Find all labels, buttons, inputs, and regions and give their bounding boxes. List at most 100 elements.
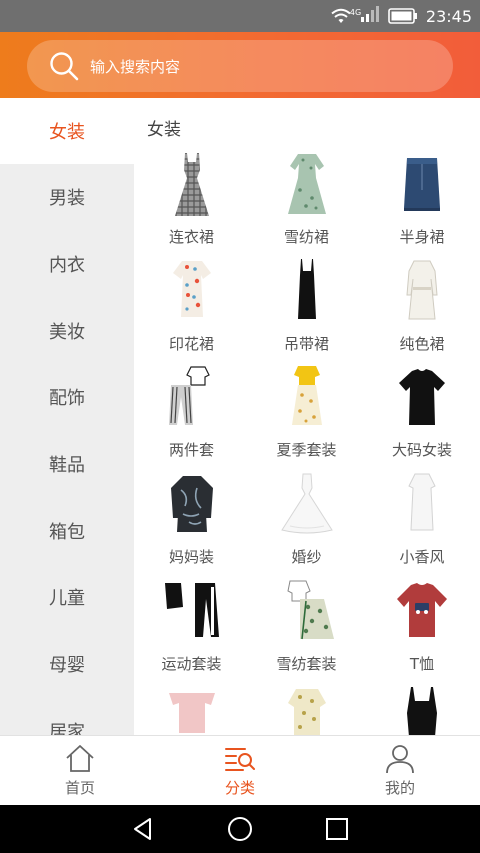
plaid-dress-icon [174, 153, 209, 216]
cell-signal-icon [360, 6, 379, 22]
subcategory-label: 雪纺裙 [283, 228, 329, 246]
nav-profile[interactable]: 我的 [320, 736, 480, 805]
system-nav-bar [0, 805, 480, 853]
pink-offshoulder-top-icon [168, 693, 215, 734]
sidebar-item-beauty[interactable]: 美妆 [0, 297, 134, 364]
header-bar: 输入搜索内容 [0, 32, 480, 98]
subcategory-label: 小香风 [399, 548, 445, 567]
sidebar-item-label: 配饰 [49, 388, 85, 410]
subcategory-label: 雪纺套装 [276, 654, 337, 673]
sidebar-item-mens[interactable]: 男装 [0, 164, 134, 231]
subcategory-item[interactable]: 吊带裙 [249, 257, 364, 364]
subcategory-item[interactable]: 婚纱 [249, 470, 364, 577]
subcategory-item[interactable]: 半身裙 [364, 150, 480, 257]
search-bar[interactable]: 输入搜索内容 [27, 40, 453, 92]
white-dress-icon [406, 260, 438, 320]
subcategory-item[interactable]: 纯色裙 [364, 257, 480, 364]
subcategory-item[interactable]: 两件套 [134, 363, 249, 470]
subcategory-item[interactable]: 妈妈装 [134, 470, 249, 577]
sidebar-item-accessories[interactable]: 配饰 [0, 364, 134, 431]
nav-home-label: 首页 [64, 779, 95, 797]
nav-category[interactable]: 分类 [160, 736, 320, 805]
back-icon[interactable] [128, 814, 158, 844]
subcategory-item[interactable]: 小香风 [364, 470, 480, 577]
sidebar-item-bags[interactable]: 箱包 [0, 497, 134, 564]
sidebar-item-womens[interactable]: 女装 [0, 98, 134, 164]
sidebar-item-label: 美妆 [49, 321, 85, 343]
denim-skirt-icon [404, 158, 440, 211]
subcategory-label: 吊带裙 [283, 334, 329, 353]
subcategory-label: 纯色裙 [399, 334, 445, 353]
subcategory-item[interactable]: 连衣裙 [134, 150, 249, 257]
nav-home[interactable]: 首页 [0, 736, 160, 805]
black-camisole-icon [407, 687, 437, 735]
sidebar-item-label: 儿童 [49, 588, 85, 610]
subcategory-item[interactable] [134, 683, 249, 735]
subcategory-item[interactable]: 运动套装 [134, 577, 249, 684]
sidebar-item-label: 居家 [49, 721, 85, 735]
subcategory-item[interactable]: 印花裙 [134, 257, 249, 364]
chiffon-set-icon [286, 580, 334, 639]
profile-icon [386, 745, 414, 774]
subcategory-label: 夏季套装 [276, 441, 337, 460]
subcategory-item[interactable]: 大码女装 [364, 363, 480, 470]
category-sidebar[interactable]: 女装 男装 内衣 美妆 配饰 鞋品 箱包 儿童 母婴 居家 [0, 98, 134, 735]
subcategory-label: 妈妈装 [168, 548, 214, 567]
subcategory-item[interactable]: 夏季套装 [249, 363, 364, 470]
sidebar-item-maternity[interactable]: 母婴 [0, 631, 134, 698]
black-tee-icon [399, 369, 445, 426]
status-bar: 4G 23:45 [0, 0, 480, 32]
sidebar-item-home[interactable]: 居家 [0, 698, 134, 735]
subcategory-item[interactable] [364, 683, 480, 735]
sidebar-item-kids[interactable]: 儿童 [0, 564, 134, 631]
sidebar-item-underwear[interactable]: 内衣 [0, 231, 134, 298]
recents-icon[interactable] [322, 814, 352, 844]
sport-set-icon [164, 582, 219, 637]
nav-profile-label: 我的 [384, 779, 415, 797]
app-root: 4G 23:45 输入搜索内容 女装 男装 内衣 美妆 配饰 鞋品 箱包 儿童 … [0, 0, 480, 853]
nav-category-label: 分类 [224, 779, 255, 797]
sidebar-item-shoes[interactable]: 鞋品 [0, 431, 134, 498]
subcategory-item[interactable] [249, 683, 364, 735]
sidebar-item-label: 男装 [49, 188, 85, 210]
category-content: 女装 连衣裙 雪纺裙 半身裙 印花裙 吊带裙 纯色裙 两件套 夏季套装 大码女装… [134, 98, 480, 735]
subcategory-label: 大码女装 [391, 441, 452, 460]
mom-blouse-icon [170, 476, 213, 533]
battery-icon [388, 8, 417, 24]
chiffon-dress-icon [287, 154, 326, 214]
search-icon [50, 52, 79, 81]
category-icon [225, 748, 255, 771]
sidebar-item-label: 女装 [49, 122, 85, 143]
subcategory-label: 半身裙 [399, 228, 445, 246]
wifi-icon [331, 8, 351, 23]
subcategory-label: 两件套 [168, 441, 214, 460]
sidebar-item-label: 箱包 [49, 521, 85, 543]
two-piece-set-icon [168, 366, 210, 426]
subcategory-grid: 连衣裙 雪纺裙 半身裙 印花裙 吊带裙 纯色裙 两件套 夏季套装 大码女装 妈妈… [134, 150, 480, 735]
summer-set-icon [291, 366, 322, 426]
white-shift-dress-icon [408, 473, 436, 531]
home-button-icon[interactable] [225, 814, 255, 844]
section-title: 女装 [147, 120, 181, 140]
subcategory-label: 连衣裙 [168, 228, 214, 246]
bottom-nav: 首页 分类 我的 [0, 735, 480, 805]
sidebar-item-label: 母婴 [49, 655, 85, 677]
network-type-label: 4G [349, 8, 362, 17]
status-time: 23:45 [425, 6, 472, 26]
sidebar-item-label: 内衣 [49, 255, 85, 277]
subcategory-item[interactable]: T恤 [364, 577, 480, 684]
floral-top-icon [287, 689, 326, 735]
subcategory-label: 运动套装 [161, 654, 222, 673]
wedding-dress-icon [280, 473, 333, 534]
slip-dress-icon [297, 258, 316, 319]
subcategory-label: T恤 [409, 654, 435, 673]
subcategory-item[interactable]: 雪纺裙 [249, 150, 364, 257]
search-input[interactable]: 输入搜索内容 [90, 56, 180, 77]
subcategory-item[interactable]: 雪纺套装 [249, 577, 364, 684]
red-tshirt-icon [397, 582, 447, 637]
subcategory-label: 印花裙 [168, 334, 214, 353]
subcategory-label: 婚纱 [291, 548, 322, 567]
print-dress-icon [172, 260, 211, 317]
sidebar-item-label: 鞋品 [49, 455, 85, 477]
home-icon [66, 745, 94, 772]
